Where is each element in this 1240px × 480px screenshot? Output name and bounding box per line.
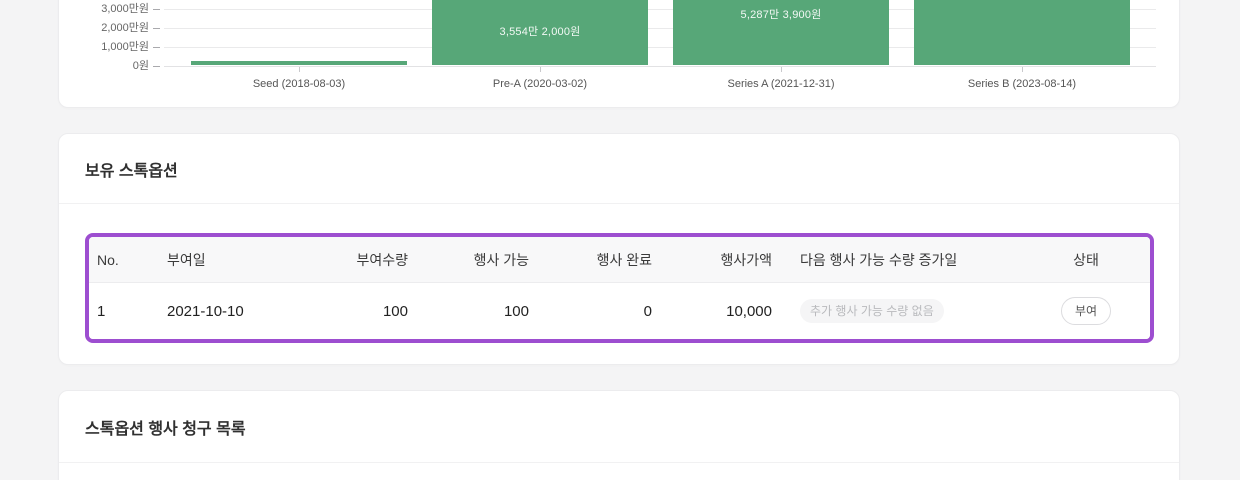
column-header-exercised: 행사 완료: [537, 250, 660, 270]
table-header-row: No. 부여일 부여수량 행사 가능 행사 완료 행사가액 다음 행사 가능 수…: [89, 237, 1150, 283]
y-axis-tick: [153, 28, 160, 29]
x-axis-tick: [1022, 67, 1023, 72]
column-header-exercisable: 행사 가능: [416, 250, 537, 270]
x-axis-tick: [540, 67, 541, 72]
owned-stock-options-header: 보유 스톡옵션: [59, 134, 1179, 204]
no-additional-vesting-badge: 추가 행사 가능 수량 없음: [800, 299, 944, 323]
y-axis-tick: [153, 9, 160, 10]
y-axis-tick: [153, 47, 160, 48]
cell-granted-qty: 100: [344, 303, 416, 320]
x-axis-label-seed: Seed (2018-08-03): [169, 78, 429, 91]
x-axis-label-series-a: Series A (2021-12-31): [651, 78, 911, 91]
column-header-next-vesting: 다음 행사 가능 수량 증가일: [780, 250, 1022, 270]
column-header-status: 상태: [1022, 250, 1150, 270]
column-header-grant-date: 부여일: [159, 250, 344, 270]
cell-next-vesting: 추가 행사 가능 수량 없음: [780, 299, 1022, 323]
x-axis-label-series-b: Series B (2023-08-14): [892, 78, 1152, 91]
y-axis-label: 0원: [59, 59, 149, 73]
column-header-exercise-price: 행사가액: [660, 250, 780, 270]
chart-bar-series-b[interactable]: [914, 0, 1130, 65]
exercise-request-list-header: 스톡옵션 행사 청구 목록: [59, 391, 1179, 463]
chart-bar-series-a[interactable]: 5,287만 3,900원: [673, 0, 889, 65]
stock-option-table-row[interactable]: 1 2021-10-10 100 100 0 10,000 추가 행사 가능 수…: [89, 283, 1150, 339]
x-axis-tick: [299, 67, 300, 72]
status-badge-granted: 부여: [1061, 297, 1111, 325]
section-title: 보유 스톡옵션: [85, 157, 178, 181]
column-header-granted-qty: 부여수량: [344, 250, 416, 270]
cell-exercisable: 100: [416, 303, 537, 320]
exercise-request-list-panel: 스톡옵션 행사 청구 목록: [58, 390, 1180, 480]
cell-exercise-price: 10,000: [660, 303, 780, 320]
highlighted-stock-options-table: No. 부여일 부여수량 행사 가능 행사 완료 행사가액 다음 행사 가능 수…: [85, 233, 1154, 343]
column-header-no: No.: [89, 252, 159, 268]
cell-exercised: 0: [537, 303, 660, 320]
chart-bar-seed[interactable]: [191, 61, 407, 65]
funding-chart-panel: 3,000만원 2,000만원 1,000만원 0원 3,554만 2,000원…: [58, 0, 1180, 108]
y-axis-label: 1,000만원: [59, 40, 149, 54]
section-title: 스톡옵션 행사 청구 목록: [85, 415, 246, 439]
y-axis-label: 3,000만원: [59, 2, 149, 16]
x-axis-label-pre-a: Pre-A (2020-03-02): [410, 78, 670, 91]
y-axis-label: 2,000만원: [59, 21, 149, 35]
cell-grant-date: 2021-10-10: [159, 303, 344, 320]
cell-status: 부여: [1022, 297, 1150, 325]
y-axis-tick: [153, 66, 160, 67]
chart-bar-pre-a[interactable]: 3,554만 2,000원: [432, 0, 648, 65]
cell-no: 1: [89, 303, 159, 320]
bar-value-label: 5,287만 3,900원: [741, 6, 822, 22]
gridline-zero: [164, 66, 1156, 67]
owned-stock-options-panel: 보유 스톡옵션 No. 부여일 부여수량 행사 가능 행사 완료 행사가액 다음…: [58, 133, 1180, 365]
funding-valuation-chart: 3,000만원 2,000만원 1,000만원 0원 3,554만 2,000원…: [59, 0, 1179, 107]
x-axis-tick: [781, 67, 782, 72]
bar-value-label: 3,554만 2,000원: [500, 23, 581, 39]
